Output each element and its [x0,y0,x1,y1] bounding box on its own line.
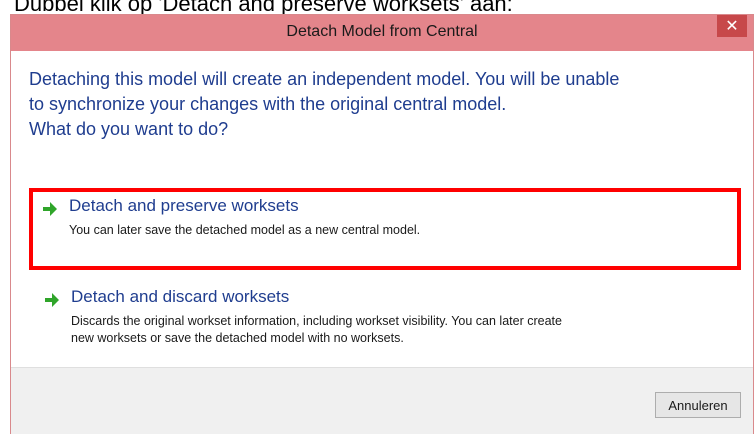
option-description: You can later save the detached model as… [69,222,420,239]
option-description-line: Discards the original workset informatio… [71,314,562,328]
message-line: What do you want to do? [29,119,229,139]
option-title: Detach and discard worksets [71,287,290,306]
green-arrow-icon [45,293,59,307]
option-description-line: You can later save the detached model as… [69,223,421,237]
close-icon: ✕ [725,16,739,35]
green-arrow-icon [43,202,57,216]
dialog-footer: Annuleren [11,367,753,434]
message-line: Detaching this model will create an inde… [29,69,620,89]
option-description-line: new worksets or save the detached model … [71,331,404,345]
message-line: to synchronize your changes with the ori… [29,94,507,114]
option-detach-preserve-worksets[interactable]: Detach and preserve worksets You can lat… [29,188,741,270]
detach-model-dialog: Detach Model from Central ✕ Detaching th… [10,14,754,434]
dialog-content: Detaching this model will create an inde… [17,51,747,382]
cancel-button[interactable]: Annuleren [655,392,741,418]
dialog-titlebar[interactable]: Detach Model from Central ✕ [11,15,753,51]
option-title: Detach and preserve worksets [69,196,299,215]
close-button[interactable]: ✕ [717,15,747,37]
dialog-message: Detaching this model will create an inde… [29,67,741,142]
option-description: Discards the original workset informatio… [71,313,562,347]
dialog-title: Detach Model from Central [286,23,478,40]
option-detach-discard-worksets[interactable]: Detach and discard worksets Discards the… [35,283,739,363]
